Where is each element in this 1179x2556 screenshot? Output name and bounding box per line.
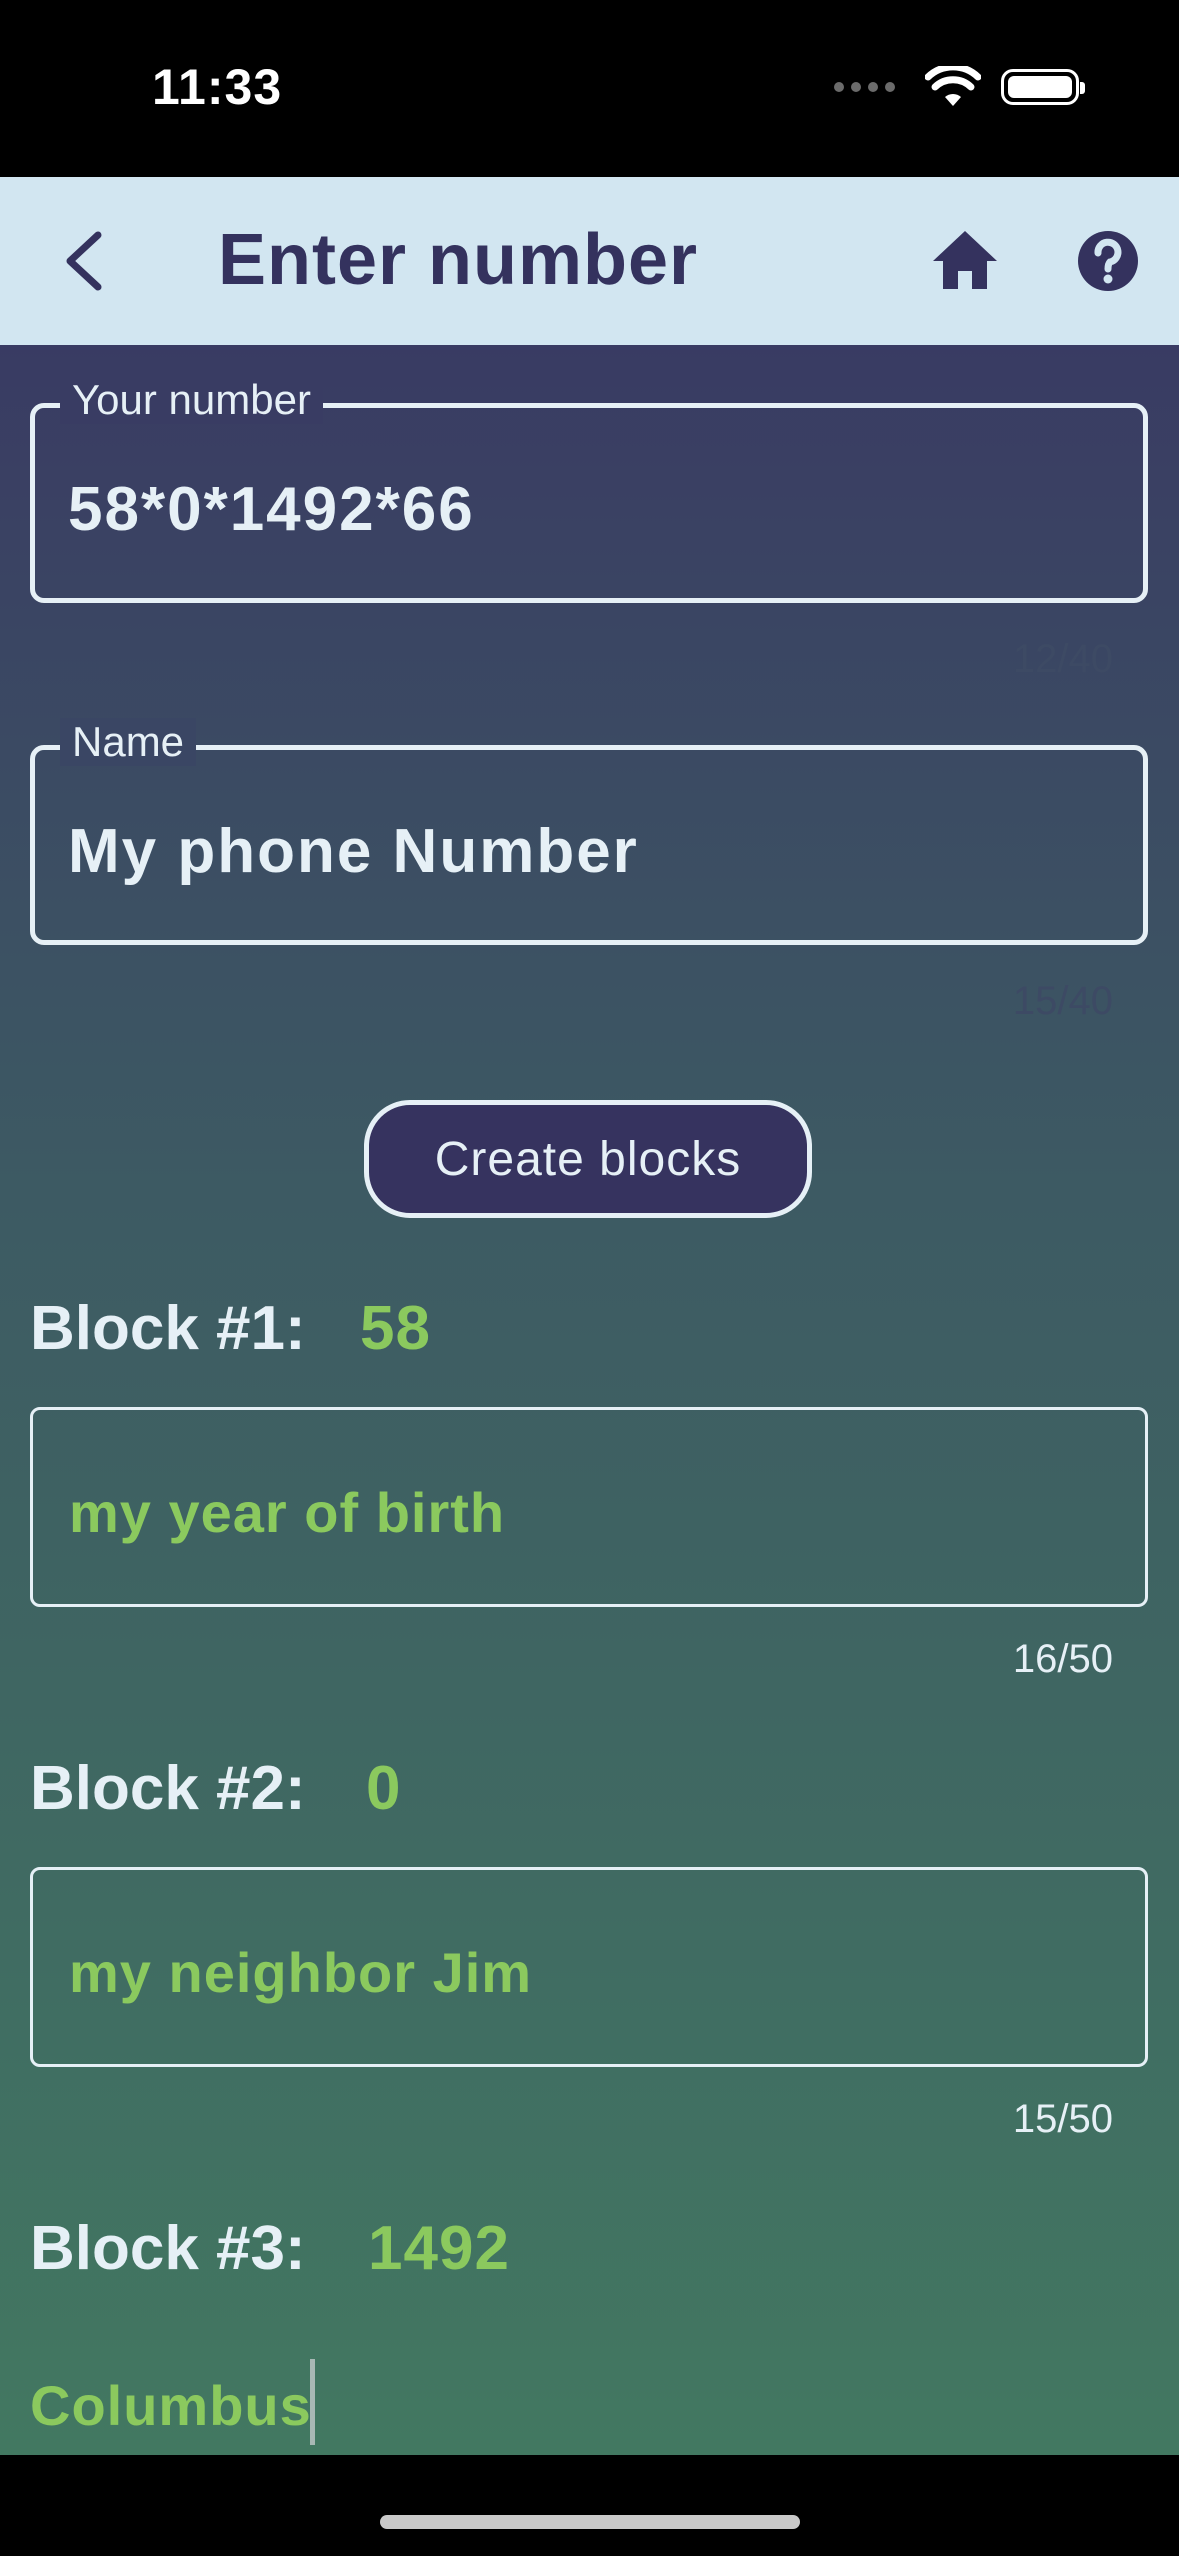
number-field-value[interactable]: 58*0*1492*66 (68, 474, 475, 545)
cellular-signal-icon (834, 82, 895, 92)
block-2-description[interactable]: my neighbor Jim (69, 1940, 532, 2005)
block-1-char-counter: 16/50 (1012, 1637, 1113, 1681)
name-field-label: Name (60, 718, 197, 766)
status-time: 11:33 (152, 59, 283, 115)
block-3-label: Block #3: (30, 2214, 306, 2283)
number-field-label: Your number (60, 376, 323, 424)
block-1-value: 58 (360, 1294, 431, 1363)
block-1-description[interactable]: my year of birth (69, 1480, 505, 1545)
app-bar: Enter number (0, 177, 1179, 345)
status-bar: 11:33 (0, 0, 1179, 177)
block-3-value: 1492 (368, 2214, 510, 2283)
home-icon[interactable] (925, 221, 1005, 301)
block-2-label: Block #2: (30, 1754, 306, 1823)
battery-icon (1001, 69, 1085, 105)
create-blocks-button[interactable]: Create blocks (364, 1100, 812, 1218)
number-field[interactable]: Your number 58*0*1492*66 (30, 376, 1148, 603)
wifi-icon (925, 66, 981, 106)
number-char-counter: 12/40 (1012, 637, 1113, 681)
block-2-description-field[interactable]: my neighbor Jim (30, 1867, 1148, 2067)
name-field-value[interactable]: My phone Number (68, 816, 639, 887)
status-icons (834, 66, 1085, 108)
block-2-char-counter: 15/50 (1012, 2097, 1113, 2141)
back-chevron-icon[interactable] (50, 219, 130, 303)
home-indicator[interactable] (380, 2515, 800, 2529)
page-title: Enter number (218, 220, 699, 300)
block-3-description-field[interactable]: Columbus (30, 2373, 312, 2438)
block-2-value: 0 (366, 1754, 402, 1823)
name-char-counter: 15/40 (1012, 979, 1113, 1023)
block-1-description-field[interactable]: my year of birth (30, 1407, 1148, 1607)
home-indicator-area (0, 2455, 1179, 2556)
help-icon[interactable] (1068, 221, 1148, 301)
text-cursor (310, 2359, 315, 2445)
block-1-label: Block #1: (30, 1294, 306, 1363)
name-field[interactable]: Name My phone Number (30, 718, 1148, 945)
content-area: Your number 58*0*1492*66 12/40 Name My p… (0, 345, 1179, 2455)
